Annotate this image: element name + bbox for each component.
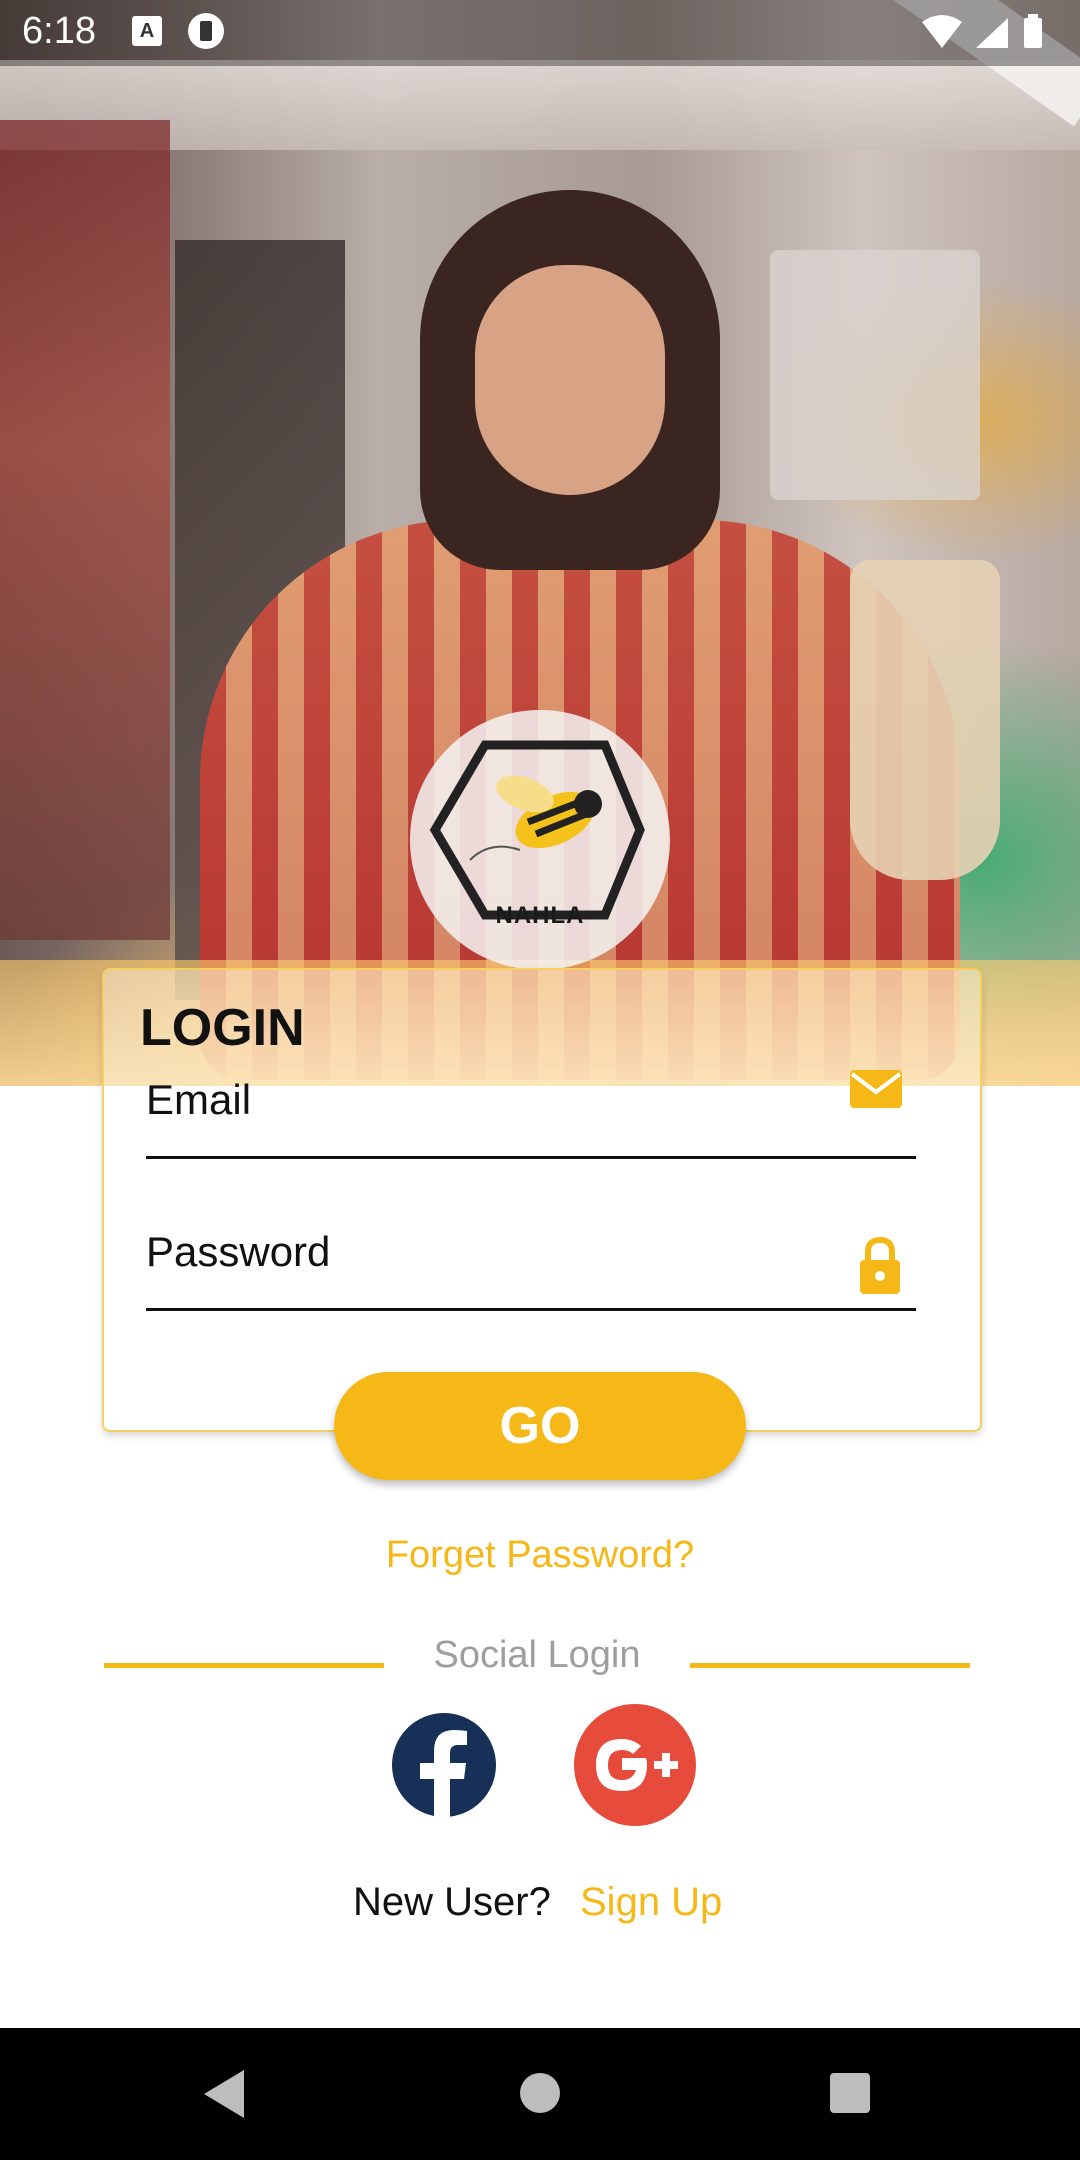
forget-password-link[interactable]: Forget Password?	[0, 1534, 1080, 1577]
facebook-login-button[interactable]	[392, 1713, 496, 1817]
google-plus-icon	[596, 1739, 678, 1791]
divider-right	[690, 1663, 970, 1668]
social-login-label: Social Login	[433, 1634, 641, 1676]
navigation-bar	[0, 2028, 1080, 2160]
notification-app-icon	[188, 13, 224, 49]
home-icon[interactable]	[520, 2073, 560, 2113]
back-icon[interactable]	[204, 2070, 244, 2118]
bee-hexagon-icon	[429, 740, 645, 920]
sign-up-link[interactable]: Sign Up	[580, 1880, 722, 1925]
email-field[interactable]: Email	[146, 1066, 916, 1159]
store-shelf	[0, 120, 170, 940]
divider-left	[104, 1663, 384, 1668]
notification-a-icon: A	[132, 16, 162, 46]
battery-icon	[1024, 18, 1042, 48]
mail-icon	[850, 1070, 902, 1108]
status-icons	[922, 14, 1042, 48]
go-button[interactable]: GO	[334, 1372, 746, 1480]
email-label: Email	[146, 1076, 252, 1123]
woman-face	[475, 265, 665, 495]
new-user-text: New User?	[353, 1880, 551, 1924]
store-sign	[770, 250, 980, 500]
recents-icon[interactable]	[830, 2073, 870, 2113]
password-label: Password	[146, 1228, 331, 1275]
password-field[interactable]: Password	[146, 1218, 916, 1311]
mesh-bag	[850, 560, 1000, 880]
status-time: 6:18	[22, 10, 96, 52]
login-title: LOGIN	[140, 999, 305, 1057]
login-card: LOGIN Email Password	[102, 968, 982, 1432]
app-logo: NAHLA	[410, 710, 670, 970]
lock-icon	[860, 1236, 900, 1294]
wifi-icon	[922, 15, 962, 48]
facebook-icon	[420, 1730, 467, 1817]
status-bar: 6:18 A	[0, 0, 1080, 66]
signal-icon	[976, 18, 1008, 48]
logo-text: NAHLA	[495, 902, 585, 929]
google-plus-login-button[interactable]	[574, 1704, 696, 1826]
